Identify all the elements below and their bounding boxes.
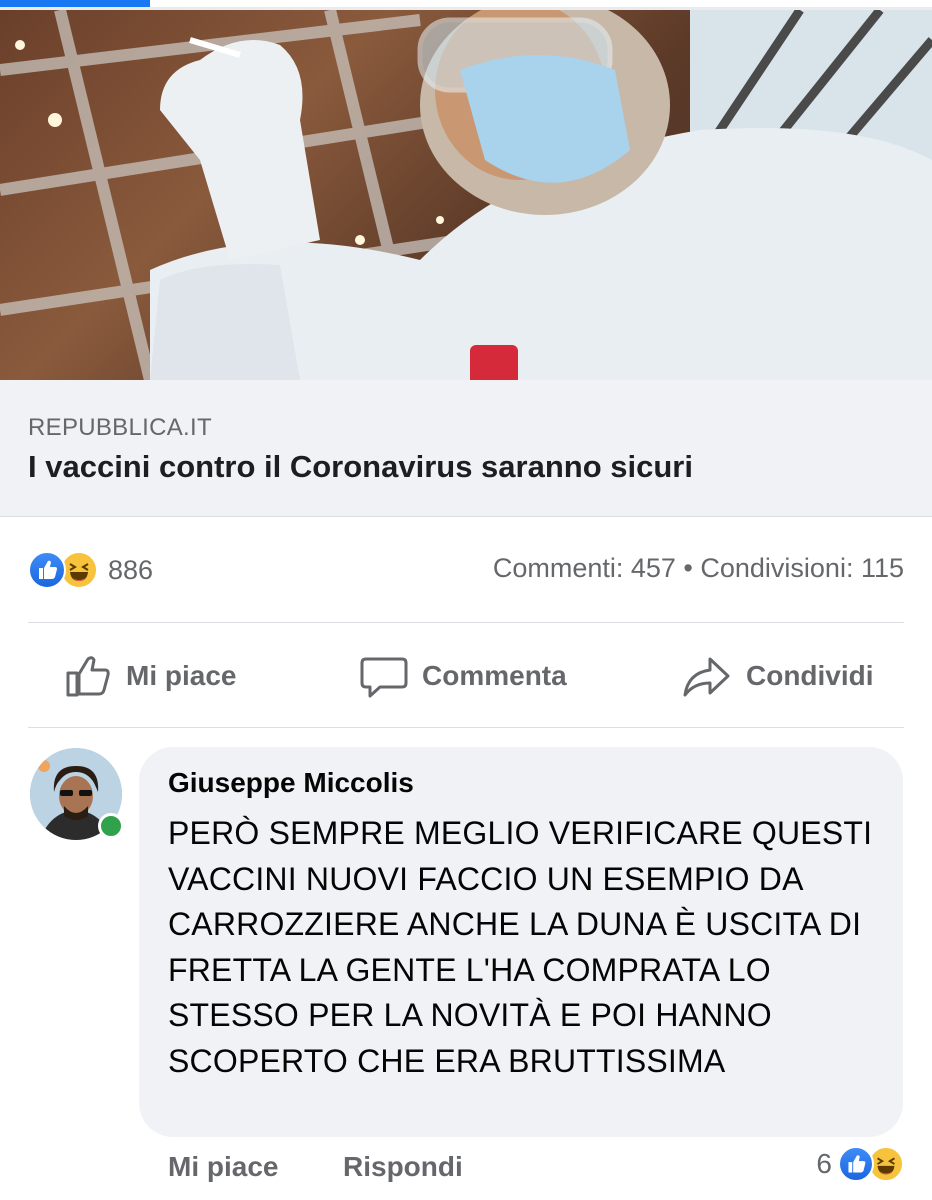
comment-icon xyxy=(360,657,408,698)
divider xyxy=(28,622,904,623)
thumbs-up-icon xyxy=(66,656,110,697)
link-domain: REPUBBLICA.IT xyxy=(28,414,212,441)
article-image[interactable] xyxy=(0,10,932,380)
comment-text: PERÒ SEMPRE MEGLIO VERIFICARE QUESTI VAC… xyxy=(168,815,873,1079)
like-button-label: Mi piace xyxy=(126,660,237,691)
comment-button-label: Commenta xyxy=(422,660,567,691)
share-button-label: Condividi xyxy=(746,660,874,691)
comment-author[interactable]: Giuseppe Miccolis xyxy=(168,767,414,799)
loading-progress-bar xyxy=(0,0,150,7)
comment-button[interactable]: Commenta xyxy=(360,650,567,702)
like-icon xyxy=(28,551,66,589)
like-button[interactable]: Mi piace xyxy=(64,650,236,702)
online-status-dot xyxy=(98,813,124,839)
share-icon xyxy=(683,657,730,697)
comments-shares-count[interactable]: Commenti: 457 • Condivisioni: 115 xyxy=(493,553,904,584)
comment-bubble[interactable]: Giuseppe Miccolis PERÒ SEMPRE MEGLIO VER… xyxy=(139,747,903,1137)
share-button[interactable]: Condividi xyxy=(682,650,874,702)
reaction-count: 886 xyxy=(108,554,154,585)
post-reactions[interactable]: 886 xyxy=(28,550,153,590)
link-preview[interactable]: REPUBBLICA.IT I vaccini contro il Corona… xyxy=(0,380,932,517)
link-title[interactable]: I vaccini contro il Coronavirus saranno … xyxy=(28,449,693,485)
like-icon xyxy=(838,1146,874,1182)
comment-like-button[interactable]: Mi piace xyxy=(168,1151,278,1183)
comment-reactions[interactable]: 6 xyxy=(816,1146,904,1182)
divider xyxy=(28,727,904,728)
comment-reply-button[interactable]: Rispondi xyxy=(343,1151,463,1183)
comment-reaction-count: 6 xyxy=(816,1148,832,1179)
